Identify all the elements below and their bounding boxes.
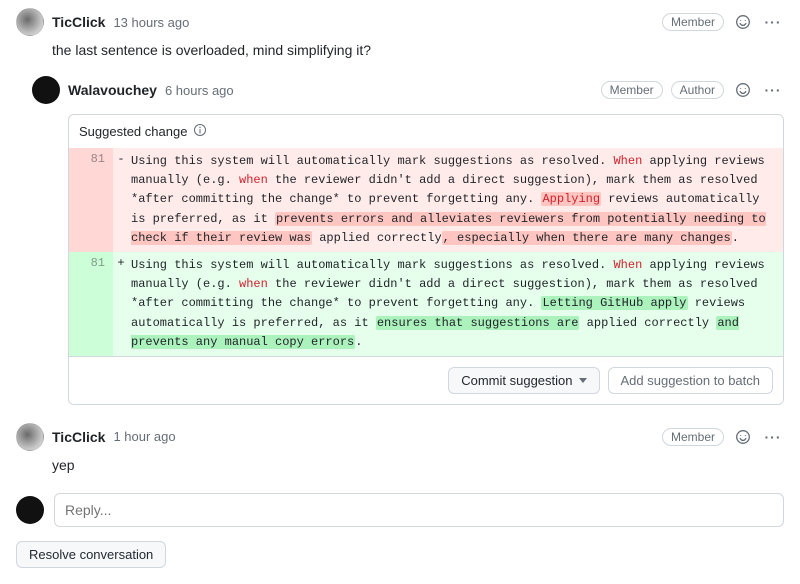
- comment: TicClick 1 hour ago Member ··· yep: [16, 423, 784, 483]
- comment-author[interactable]: TicClick: [52, 429, 105, 445]
- comment-badges: Member ···: [662, 11, 784, 33]
- comment-body: yep: [16, 451, 784, 483]
- avatar[interactable]: [16, 423, 44, 451]
- comment: TicClick 13 hours ago Member ··· the las…: [16, 8, 784, 68]
- role-badge-member: Member: [601, 81, 663, 99]
- role-badge-member: Member: [662, 428, 724, 446]
- kebab-icon[interactable]: ···: [762, 79, 784, 101]
- comment-badges: Member ···: [662, 426, 784, 448]
- resolve-row: Resolve conversation: [16, 541, 784, 568]
- suggestion-actions: Commit suggestion Add suggestion to batc…: [69, 356, 783, 404]
- diff-code-removed: Using this system will automatically mar…: [129, 148, 783, 252]
- comment-time[interactable]: 6 hours ago: [165, 83, 234, 98]
- diff: 81 - Using this system will automaticall…: [69, 148, 783, 356]
- suggested-change-label: Suggested change: [79, 124, 187, 139]
- diff-line-added: 81 + Using this system will automaticall…: [69, 252, 783, 356]
- comment-body: Suggested change 81 - Using this system …: [32, 104, 784, 415]
- reply-input[interactable]: [54, 493, 784, 527]
- avatar[interactable]: [16, 8, 44, 36]
- kebab-icon[interactable]: ···: [762, 11, 784, 33]
- commit-suggestion-button[interactable]: Commit suggestion: [448, 367, 599, 394]
- avatar[interactable]: [32, 76, 60, 104]
- batch-button-label: Add suggestion to batch: [621, 373, 761, 388]
- diff-marker-plus: +: [113, 252, 129, 356]
- comment: Walavouchey 6 hours ago Member Author ··…: [32, 76, 784, 415]
- comment-header: TicClick 13 hours ago Member ···: [16, 8, 784, 36]
- info-icon[interactable]: [193, 123, 207, 140]
- reply-row: [16, 493, 784, 527]
- smiley-icon[interactable]: [732, 426, 754, 448]
- commit-suggestion-label: Commit suggestion: [461, 373, 572, 388]
- add-suggestion-to-batch-button[interactable]: Add suggestion to batch: [608, 367, 774, 394]
- comment-badges: Member Author ···: [601, 79, 784, 101]
- resolve-conversation-button[interactable]: Resolve conversation: [16, 541, 166, 568]
- comment-body: the last sentence is overloaded, mind si…: [16, 36, 784, 68]
- diff-marker-minus: -: [113, 148, 129, 252]
- diff-code-added: Using this system will automatically mar…: [129, 252, 783, 356]
- comment-author[interactable]: TicClick: [52, 14, 105, 30]
- comment-header: Walavouchey 6 hours ago Member Author ··…: [32, 76, 784, 104]
- suggested-change-box: Suggested change 81 - Using this system …: [68, 114, 784, 405]
- chevron-down-icon: [579, 378, 587, 383]
- line-number: 81: [69, 252, 113, 356]
- comment-author[interactable]: Walavouchey: [68, 82, 157, 98]
- comment-time[interactable]: 13 hours ago: [113, 15, 189, 30]
- smiley-icon[interactable]: [732, 79, 754, 101]
- line-number: 81: [69, 148, 113, 252]
- kebab-icon[interactable]: ···: [762, 426, 784, 448]
- smiley-icon[interactable]: [732, 11, 754, 33]
- comment-time[interactable]: 1 hour ago: [113, 429, 175, 444]
- comment-header: TicClick 1 hour ago Member ···: [16, 423, 784, 451]
- resolve-conversation-label: Resolve conversation: [29, 547, 153, 562]
- suggested-change-header: Suggested change: [69, 115, 783, 148]
- role-badge-member: Member: [662, 13, 724, 31]
- role-badge-author: Author: [671, 81, 724, 99]
- avatar[interactable]: [16, 496, 44, 524]
- diff-line-removed: 81 - Using this system will automaticall…: [69, 148, 783, 252]
